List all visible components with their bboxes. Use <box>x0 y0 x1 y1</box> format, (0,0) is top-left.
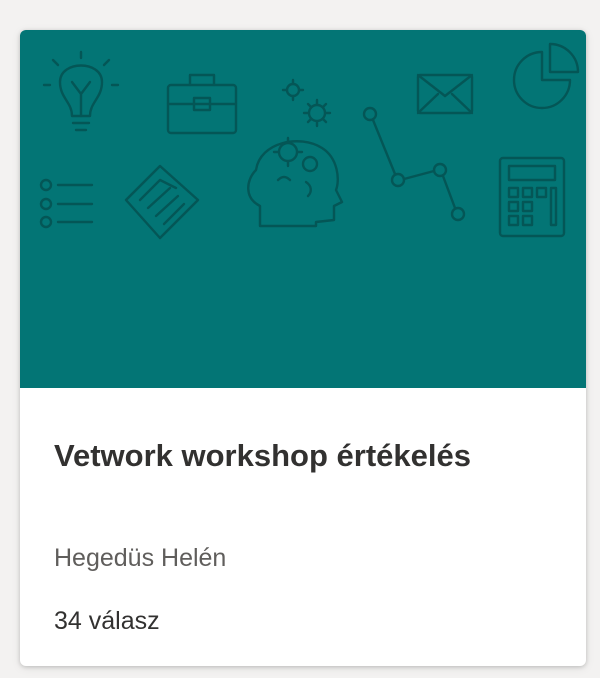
head-gears-icon <box>247 136 344 228</box>
briefcase-icon <box>166 73 238 135</box>
response-count: 34 válasz <box>54 607 160 635</box>
calculator-icon <box>498 156 566 238</box>
pie-chart-icon <box>512 42 580 110</box>
line-chart-icon <box>362 106 466 222</box>
banner-illustration <box>39 42 580 240</box>
handshake-icon <box>124 164 200 240</box>
envelope-icon <box>416 73 474 115</box>
list-icon <box>39 178 94 229</box>
form-owner: Hegedüs Helén <box>54 544 227 572</box>
form-title[interactable]: Vetwork workshop értékelés <box>54 428 534 484</box>
lightbulb-icon <box>42 50 120 132</box>
form-card[interactable]: Vetwork workshop értékelés Hegedüs Helén… <box>20 30 586 666</box>
card-body: Vetwork workshop értékelés Hegedüs Helén… <box>20 388 586 666</box>
form-banner <box>20 30 586 388</box>
gears-icon <box>281 78 332 128</box>
